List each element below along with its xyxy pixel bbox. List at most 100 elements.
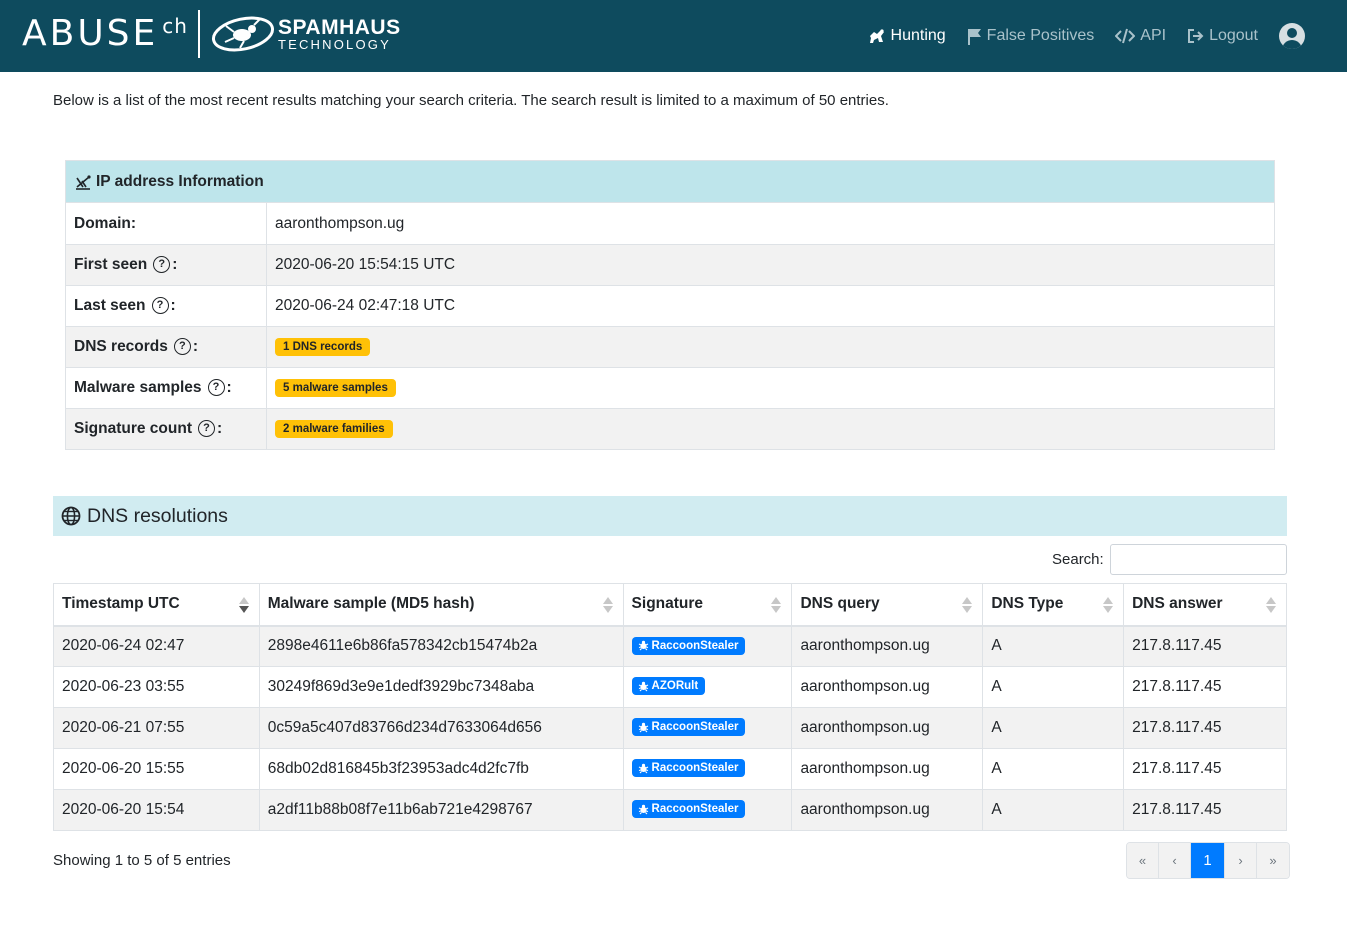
table-search: Search: [1052,544,1287,575]
cell-dns-type: A [982,625,1125,667]
signature-badge[interactable]: RaccoonStealer [631,759,746,778]
table-header-row: Timestamp UTC Malware sample (MD5 hash) … [53,583,1287,627]
info-label-malware-samples: Malware samples?: [66,368,267,408]
signature-badge[interactable]: AZORult [631,677,706,696]
cell-timestamp: 2020-06-20 15:55 [53,748,260,790]
help-icon[interactable]: ? [173,337,191,355]
info-row-signature-count: Signature count?: 2 malware families [66,408,1274,449]
info-value-dns-records: 1 DNS records [267,327,1274,367]
signature-badge[interactable]: RaccoonStealer [631,718,746,737]
column-header-dns-type[interactable]: DNS Type [982,583,1125,627]
info-label-dns-records: DNS records?: [66,327,267,367]
ip-info-header: IP address Information [66,161,1274,203]
cell-timestamp: 2020-06-20 15:54 [53,789,260,831]
cell-signature: RaccoonStealer [622,707,793,749]
cell-md5-link[interactable]: 68db02d816845b3f23953adc4d2fc7fb [258,748,624,790]
help-icon[interactable]: ? [153,255,171,273]
cell-signature: RaccoonStealer [622,789,793,831]
cell-dns-query: aaronthompson.ug [791,666,984,708]
cell-timestamp: 2020-06-23 03:55 [53,666,260,708]
column-header-md5[interactable]: Malware sample (MD5 hash) [258,583,624,627]
cell-dns-type: A [982,748,1125,790]
cell-md5-link[interactable]: 30249f869d3e9e1dedf3929bc7348aba [258,666,624,708]
nav-false-positives-label: False Positives [986,27,1095,44]
nav-false-positives[interactable]: False Positives [967,27,1095,45]
info-label-last-seen: Last seen?: [66,286,267,326]
info-label-domain: Domain: [66,203,267,244]
bug-icon [638,722,648,733]
abuse-ch-logo[interactable]: ABUSE ch [22,16,188,52]
nav-links: Hunting False Positives API Logout [847,0,1347,72]
brand-divider [197,10,200,58]
nav-logout[interactable]: Logout [1187,27,1258,45]
spamhaus-wordmark: SPAMHAUS [277,15,401,39]
technology-wordmark: TECHNOLOGY [277,36,391,52]
column-header-dns-answer[interactable]: DNS answer [1123,583,1287,627]
help-icon[interactable]: ? [197,419,215,437]
cell-dns-answer: 217.8.117.45 [1123,625,1287,667]
table-info-text: Showing 1 to 5 of 5 entries [53,852,231,869]
cell-md5-link[interactable]: 0c59a5c407d83766d234d7633064d656 [258,707,624,749]
sort-icon [1103,597,1114,613]
info-value-first-seen: 2020-06-20 15:54:15 UTC [275,256,456,273]
cell-signature: AZORult [622,666,793,708]
info-value-domain: aaronthompson.ug [275,214,405,232]
nav-hunting[interactable]: Hunting [868,27,946,45]
brand-logos[interactable]: ABUSE ch SPAMHAUS TECHNOLOGY [22,8,401,60]
table-row: 2020-06-21 07:55 0c59a5c407d83766d234d76… [53,707,1287,749]
spamhaus-logo[interactable]: SPAMHAUS TECHNOLOGY [210,14,401,54]
sign-out-icon [1188,29,1204,43]
cell-md5-link[interactable]: 2898e4611e6b86fa578342cb15474b2a [258,625,624,667]
page-previous-button[interactable]: ‹ [1159,843,1191,878]
sort-icon [1266,597,1276,613]
signature-count-badge[interactable]: 2 malware families [275,420,393,438]
bug-icon [638,640,648,651]
malware-samples-badge[interactable]: 5 malware samples [275,379,396,397]
column-header-dns-query[interactable]: DNS query [791,583,984,627]
cell-signature: RaccoonStealer [622,625,793,667]
dns-resolutions-title: DNS resolutions [87,504,228,527]
table-row: 2020-06-20 15:55 68db02d816845b3f23953ad… [53,748,1287,790]
sort-icon [771,597,782,613]
page-next-button[interactable]: › [1225,843,1257,878]
search-input[interactable] [1109,544,1287,575]
signature-badge[interactable]: RaccoonStealer [631,636,746,655]
ip-info-title: IP address Information [96,172,264,190]
info-value-malware-samples: 5 malware samples [267,368,1274,408]
page-first-button[interactable]: « [1127,843,1159,878]
info-row-last-seen: Last seen?: 2020-06-24 02:47:18 UTC [66,285,1274,326]
table-row: 2020-06-20 15:54 a2df11b88b08f7e11b6ab72… [53,789,1287,831]
page-last-button[interactable]: » [1257,843,1289,878]
cell-dns-answer: 217.8.117.45 [1123,748,1287,790]
dns-resolutions-header: DNS resolutions [53,496,1287,536]
bug-icon [638,681,648,692]
info-row-dns-records: DNS records?: 1 DNS records [66,326,1274,367]
intro-text: Below is a list of the most recent resul… [53,92,889,109]
dns-records-badge[interactable]: 1 DNS records [275,338,371,356]
nav-hunting-label: Hunting [890,27,946,44]
cell-dns-type: A [982,707,1125,749]
column-header-signature[interactable]: Signature [622,583,793,627]
spamhaus-bug-icon [211,16,274,52]
nav-api-label: API [1140,27,1167,44]
pagination: « ‹ 1 › » [1126,842,1290,879]
hunting-icon [869,29,884,43]
page-current-button[interactable]: 1 [1191,843,1225,878]
cell-dns-query: aaronthompson.ug [791,789,984,831]
help-icon[interactable]: ? [207,378,225,396]
sort-desc-icon [238,597,249,613]
help-icon[interactable]: ? [151,296,169,314]
cell-md5-link[interactable]: a2df11b88b08f7e11b6ab721e4298767 [258,789,624,831]
info-row-malware-samples: Malware samples?: 5 malware samples [66,367,1274,408]
sort-icon [602,597,613,613]
nav-api[interactable]: API [1115,27,1166,45]
bug-icon [638,804,648,815]
user-avatar-icon[interactable] [1279,23,1305,49]
cell-timestamp: 2020-06-24 02:47 [53,625,260,667]
column-header-timestamp[interactable]: Timestamp UTC [53,583,260,627]
signature-badge[interactable]: RaccoonStealer [631,800,746,819]
globe-icon [61,506,81,526]
search-label: Search: [1052,551,1104,568]
table-row: 2020-06-23 03:55 30249f869d3e9e1dedf3929… [53,666,1287,708]
info-value-signature-count: 2 malware families [267,409,1274,449]
